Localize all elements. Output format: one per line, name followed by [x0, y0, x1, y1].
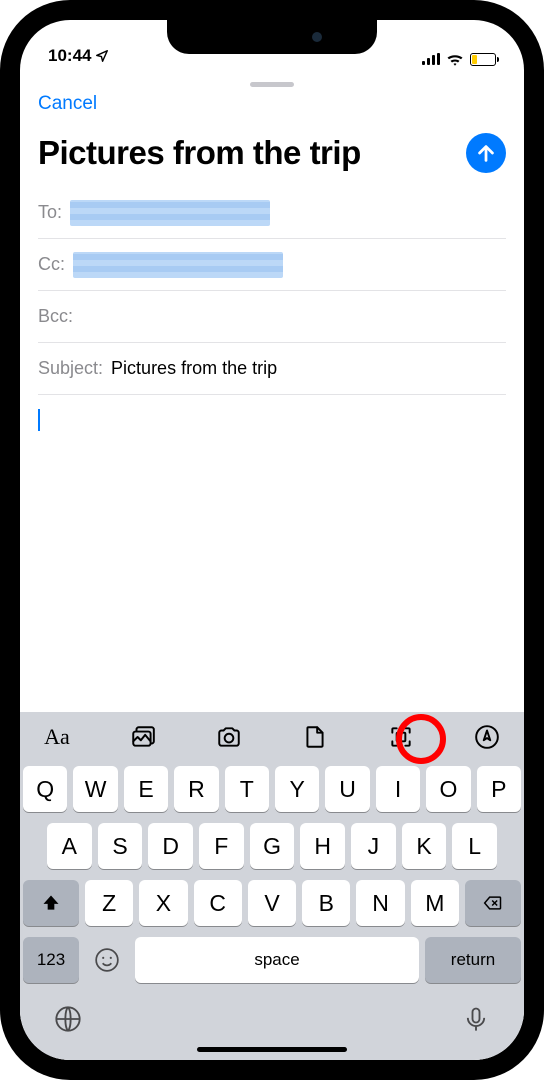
key-o[interactable]: O	[426, 766, 470, 812]
key-d[interactable]: D	[148, 823, 193, 869]
camera-button[interactable]	[214, 722, 244, 752]
numbers-key[interactable]: 123	[23, 937, 79, 983]
keyboard-footer	[20, 991, 524, 1043]
return-key[interactable]: return	[425, 937, 521, 983]
scan-document-button[interactable]	[386, 722, 416, 752]
document-icon	[302, 724, 328, 750]
text-cursor	[38, 409, 40, 431]
home-indicator[interactable]	[197, 1047, 347, 1052]
keyboard-row-2: A S D F G H J K L	[23, 823, 521, 869]
arrow-up-icon	[475, 142, 497, 164]
format-button[interactable]: Aa	[42, 722, 72, 752]
key-x[interactable]: X	[139, 880, 187, 926]
attach-file-button[interactable]	[300, 722, 330, 752]
key-n[interactable]: N	[356, 880, 404, 926]
to-value-redacted	[70, 200, 270, 226]
key-u[interactable]: U	[325, 766, 369, 812]
cc-field-row[interactable]: Cc:	[38, 239, 506, 291]
markup-button[interactable]	[472, 722, 502, 752]
key-c[interactable]: C	[194, 880, 242, 926]
key-h[interactable]: H	[300, 823, 345, 869]
status-time: 10:44	[48, 46, 91, 66]
key-t[interactable]: T	[225, 766, 269, 812]
scan-icon	[388, 724, 414, 750]
markup-icon	[474, 724, 500, 750]
globe-icon[interactable]	[54, 1005, 82, 1033]
cc-label: Cc:	[38, 254, 65, 275]
location-icon	[95, 49, 109, 63]
subject-label: Subject:	[38, 358, 103, 379]
subject-field-row[interactable]: Subject: Pictures from the trip	[38, 343, 506, 395]
key-z[interactable]: Z	[85, 880, 133, 926]
cellular-signal-icon	[422, 53, 440, 65]
backspace-icon	[483, 893, 503, 913]
compose-title: Pictures from the trip	[38, 134, 456, 172]
photos-icon	[130, 724, 156, 750]
key-e[interactable]: E	[124, 766, 168, 812]
bcc-label: Bcc:	[38, 306, 73, 327]
space-key[interactable]: space	[135, 937, 419, 983]
subject-value: Pictures from the trip	[111, 358, 506, 379]
key-r[interactable]: R	[174, 766, 218, 812]
wifi-icon	[446, 52, 464, 66]
key-m[interactable]: M	[411, 880, 459, 926]
key-p[interactable]: P	[477, 766, 521, 812]
key-f[interactable]: F	[199, 823, 244, 869]
notch	[167, 20, 377, 54]
key-l[interactable]: L	[452, 823, 497, 869]
shift-key[interactable]	[23, 880, 79, 926]
key-a[interactable]: A	[47, 823, 92, 869]
photo-library-button[interactable]	[128, 722, 158, 752]
keyboard-row-3: Z X C V B N M	[23, 880, 521, 926]
key-q[interactable]: Q	[23, 766, 67, 812]
emoji-key[interactable]	[85, 937, 129, 983]
cc-value-redacted	[73, 252, 283, 278]
bcc-field-row[interactable]: Bcc:	[38, 291, 506, 343]
to-label: To:	[38, 202, 62, 223]
keyboard-toolbar: Aa	[20, 712, 524, 762]
cancel-button[interactable]: Cancel	[38, 93, 97, 115]
camera-icon	[216, 724, 242, 750]
send-button[interactable]	[466, 133, 506, 173]
key-b[interactable]: B	[302, 880, 350, 926]
key-j[interactable]: J	[351, 823, 396, 869]
battery-icon	[470, 53, 496, 66]
key-y[interactable]: Y	[275, 766, 319, 812]
shift-icon	[41, 893, 61, 913]
key-s[interactable]: S	[98, 823, 143, 869]
key-i[interactable]: I	[376, 766, 420, 812]
key-w[interactable]: W	[73, 766, 117, 812]
dictation-icon[interactable]	[462, 1005, 490, 1033]
key-g[interactable]: G	[250, 823, 295, 869]
emoji-icon	[94, 947, 120, 973]
backspace-key[interactable]	[465, 880, 521, 926]
key-v[interactable]: V	[248, 880, 296, 926]
message-body-input[interactable]	[20, 395, 524, 712]
key-k[interactable]: K	[402, 823, 447, 869]
to-field-row[interactable]: To:	[38, 187, 506, 239]
keyboard-row-1: Q W E R T Y U I O P	[23, 766, 521, 812]
